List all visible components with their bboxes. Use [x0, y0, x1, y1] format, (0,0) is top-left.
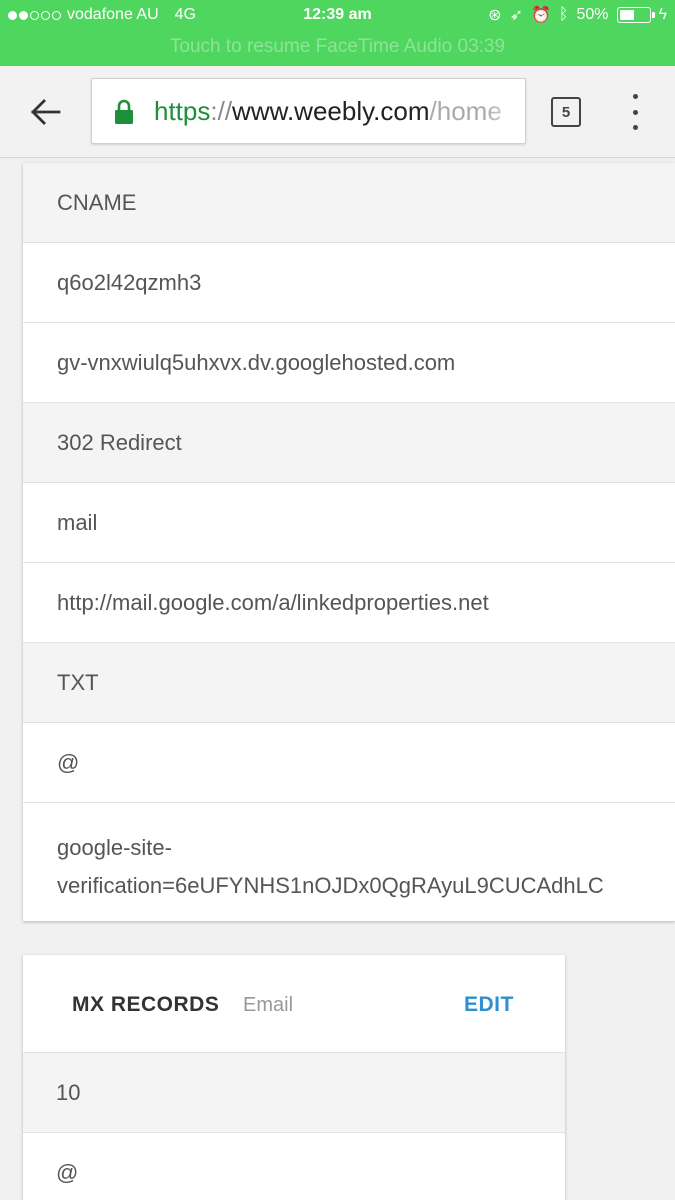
battery-icon — [616, 7, 655, 23]
battery-percent: 50% — [576, 6, 609, 23]
arrow-left-icon — [31, 99, 61, 125]
charging-icon: ϟ — [658, 6, 667, 23]
alarm-icon: ⏰ — [530, 7, 551, 24]
browser-toolbar: https://www.weebly.com/home 5 — [0, 66, 675, 158]
mx-edit-button[interactable]: EDIT — [464, 993, 514, 1017]
mx-records-subtitle: Email — [243, 994, 294, 1016]
record-value-row: google-site- verification=6eUFYNHS1nOJDx… — [57, 835, 604, 898]
rotation-lock-icon: ⊛ — [488, 7, 502, 24]
page-content: CNAME q6o2l42qzmh3 gv-vnxwiulq5uhxvx.dv.… — [0, 159, 675, 1200]
status-bar: vodafone AU 4G 12:39 am ⊛ ➶ ⏰ ᛒ 50% ϟ To… — [0, 0, 675, 66]
more-vertical-icon — [632, 94, 638, 99]
record-host-row: mail — [23, 483, 675, 563]
bluetooth-icon: ᛒ — [558, 6, 569, 23]
tab-switcher-button[interactable]: 5 — [551, 97, 581, 127]
overflow-menu-button[interactable] — [622, 94, 648, 130]
record-host-row: @ — [23, 723, 675, 803]
lock-icon — [115, 99, 133, 124]
mx-records-title: MX RECORDS — [72, 993, 220, 1016]
record-value-row: http://mail.google.com/a/linkedpropertie… — [23, 563, 675, 643]
back-button[interactable] — [24, 90, 68, 134]
record-type-row: TXT — [23, 643, 675, 723]
url-text: https://www.weebly.com/home — [154, 96, 502, 127]
record-host-row: q6o2l42qzmh3 — [23, 243, 675, 323]
record-value-row: gv-vnxwiulq5uhxvx.dv.googlehosted.com — [23, 323, 675, 403]
url-scheme: https — [154, 96, 211, 126]
address-bar[interactable]: https://www.weebly.com/home — [91, 78, 526, 144]
location-icon: ➶ — [509, 7, 523, 24]
facetime-banner[interactable]: Touch to resume FaceTime Audio 03:39 — [0, 36, 675, 58]
mx-records-card: MX RECORDS Email EDIT 10 @ — [23, 955, 565, 1200]
url-host: www.weebly.com — [232, 96, 430, 126]
mx-priority-row: 10 — [23, 1053, 565, 1133]
dns-records-card: CNAME q6o2l42qzmh3 gv-vnxwiulq5uhxvx.dv.… — [23, 163, 675, 921]
status-icons: ⊛ ➶ ⏰ ᛒ 50% ϟ — [488, 5, 667, 25]
record-type-row: CNAME — [23, 163, 675, 243]
mx-records-header: MX RECORDS Email EDIT — [23, 955, 565, 1053]
record-type-row: 302 Redirect — [23, 403, 675, 483]
url-separator: :// — [210, 96, 233, 126]
mx-host-row: @ — [23, 1133, 565, 1200]
